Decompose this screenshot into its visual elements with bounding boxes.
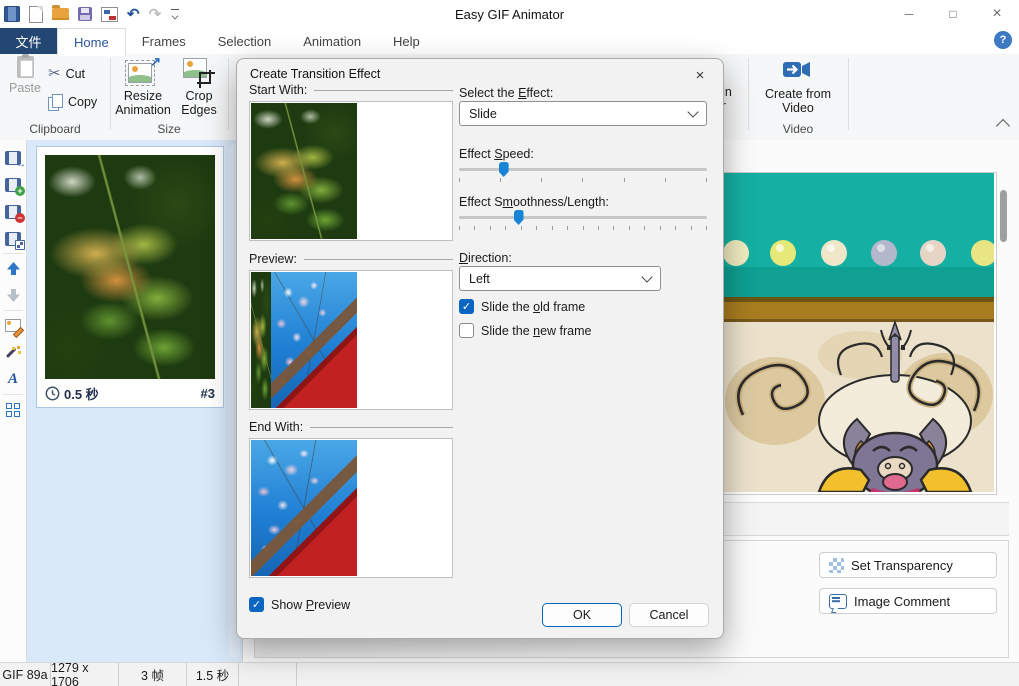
direction-dropdown-value: Left	[469, 272, 490, 286]
size-group-label: Size	[112, 122, 226, 136]
effect-speed-ticks	[459, 178, 707, 182]
effect-smoothness-slider[interactable]	[459, 216, 707, 219]
export-frame-icon[interactable]	[0, 144, 26, 171]
tab-selection[interactable]: Selection	[202, 28, 287, 54]
left-toolbar: A	[0, 140, 27, 662]
checkbox-unchecked-icon	[459, 323, 474, 338]
frame-delay: 0.5 秒	[64, 384, 99, 403]
status-frame-count: 3 帧	[119, 663, 187, 686]
canvas-vertical-scrollbar[interactable]	[1000, 190, 1007, 242]
effect-speed-label: Effect Speed:	[459, 147, 534, 161]
delete-frame-icon[interactable]	[0, 198, 26, 225]
show-preview-checkbox[interactable]: Show Preview	[249, 597, 350, 612]
copy-icon	[48, 94, 63, 110]
window-controls: ─ □ ×	[887, 0, 1019, 28]
preview-box	[249, 270, 453, 410]
frame-index: #3	[201, 386, 215, 401]
end-with-box	[249, 438, 453, 578]
tab-home[interactable]: Home	[57, 28, 126, 56]
effect-speed-slider[interactable]	[459, 168, 707, 171]
title-bar: ↶ ↷ Easy GIF Animator ─ □ ×	[0, 0, 1019, 28]
create-transition-effect-dialog: Create Transition Effect × Start With: P…	[236, 58, 724, 639]
edit-image-icon[interactable]	[0, 312, 26, 339]
start-frame-image	[251, 103, 357, 239]
chevron-down-icon	[687, 106, 698, 117]
resize-animation-button[interactable]: ↗ Resize Animation	[114, 56, 172, 118]
collapse-ribbon-icon[interactable]	[998, 120, 1008, 134]
tab-file[interactable]: 文件	[0, 28, 57, 54]
preview-old-frame-sliver	[251, 272, 271, 408]
comment-bubble-icon	[829, 594, 847, 609]
slide-old-frame-checkbox[interactable]: Slide the old frame	[459, 299, 585, 314]
frame-thumbnail-3[interactable]: 0.5 秒 #3	[36, 146, 224, 408]
effect-dropdown[interactable]: Slide	[459, 101, 707, 126]
effect-smoothness-ticks	[459, 226, 707, 230]
effect-smoothness-label: Effect Smoothness/Length:	[459, 195, 609, 209]
move-frame-down-icon	[0, 282, 26, 309]
slide-new-frame-checkbox[interactable]: Slide the new frame	[459, 323, 591, 338]
direction-label: Direction:	[459, 251, 512, 265]
cut-button[interactable]: ✂ Cut	[48, 66, 85, 81]
create-from-video-button[interactable]: Create from Video	[754, 56, 842, 116]
end-with-section: End With:	[249, 420, 453, 434]
chevron-down-icon	[641, 271, 652, 282]
clock-icon	[45, 386, 60, 401]
dialog-close-icon[interactable]: ×	[685, 63, 715, 87]
scissors-icon: ✂	[48, 66, 61, 81]
dialog-title: Create Transition Effect	[250, 67, 380, 81]
ok-button[interactable]: OK	[542, 603, 622, 627]
crop-edges-icon	[183, 56, 215, 86]
animation-artwork	[723, 173, 994, 492]
tab-animation[interactable]: Animation	[287, 28, 377, 54]
insert-text-icon[interactable]: A	[0, 366, 26, 393]
magic-wand-icon[interactable]	[0, 339, 26, 366]
move-frame-up-icon[interactable]	[0, 255, 26, 282]
copy-button[interactable]: Copy	[48, 94, 97, 110]
status-duration: 1.5 秒	[187, 663, 239, 686]
paste-icon	[17, 56, 34, 78]
checkbox-checked-icon	[459, 299, 474, 314]
resize-animation-icon: ↗	[125, 56, 161, 86]
close-button[interactable]: ×	[975, 0, 1019, 28]
select-effect-label: Select the Effect:	[459, 86, 553, 100]
start-with-section: Start With:	[249, 83, 453, 97]
easy-gif-animator-window: ↶ ↷ Easy GIF Animator ─ □ × 文件 Home Fram…	[0, 0, 1019, 686]
ribbon-tab-row: 文件 Home Frames Selection Animation Help	[0, 28, 1019, 55]
checkbox-checked-icon	[249, 597, 264, 612]
preview-section: Preview:	[249, 252, 453, 266]
video-camera-icon	[781, 56, 815, 84]
image-comment-button[interactable]: Image Comment	[819, 588, 997, 614]
crop-edges-button[interactable]: Crop Edges	[174, 56, 224, 118]
preview-new-frame-image	[271, 272, 357, 408]
status-dimensions: 1279 x 1706	[51, 663, 119, 686]
grid-view-icon[interactable]	[0, 396, 26, 423]
effect-speed-slider-thumb[interactable]	[499, 162, 509, 177]
status-empty-cell	[239, 663, 297, 686]
status-bar: GIF 89a 1279 x 1706 3 帧 1.5 秒	[0, 662, 1019, 686]
tab-help[interactable]: Help	[377, 28, 436, 54]
video-group-label: Video	[750, 122, 846, 136]
frame-caption: 0.5 秒 #3	[45, 383, 215, 403]
paste-button: Paste	[6, 56, 44, 95]
effect-smoothness-slider-thumb[interactable]	[514, 210, 524, 225]
frame-thumbnail-image	[45, 155, 215, 379]
maximize-button[interactable]: □	[931, 0, 975, 28]
cancel-button[interactable]: Cancel	[629, 603, 709, 627]
minimize-button[interactable]: ─	[887, 0, 931, 28]
duplicate-frame-icon[interactable]	[0, 225, 26, 252]
status-format: GIF 89a	[0, 663, 51, 686]
clipboard-group-label: Clipboard	[0, 122, 110, 136]
window-title: Easy GIF Animator	[0, 7, 1019, 22]
direction-dropdown[interactable]: Left	[459, 266, 661, 291]
set-transparency-button[interactable]: Set Transparency	[819, 552, 997, 578]
help-icon[interactable]: ?	[994, 31, 1012, 49]
canvas-image[interactable]	[722, 172, 997, 495]
end-frame-image	[251, 440, 357, 576]
tab-frames[interactable]: Frames	[126, 28, 202, 54]
add-frame-icon[interactable]	[0, 171, 26, 198]
effect-dropdown-value: Slide	[469, 107, 497, 121]
transparency-checker-icon	[829, 558, 844, 573]
start-with-box	[249, 101, 453, 241]
frames-panel: 0.5 秒 #3	[27, 140, 242, 662]
